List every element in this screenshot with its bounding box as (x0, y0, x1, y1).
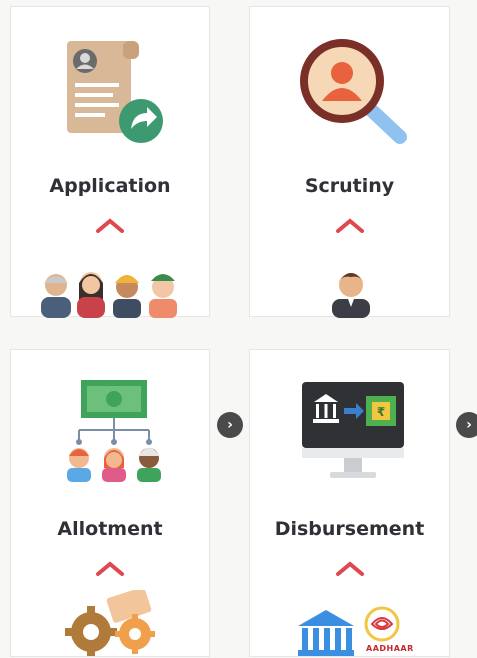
step-title-allotment: Allotment (57, 518, 163, 540)
chevron-up-icon[interactable] (335, 217, 365, 233)
chevron-up-icon[interactable] (335, 560, 365, 576)
gears-document-icon (65, 590, 155, 656)
bank-transfer-monitor-icon: ₹ (302, 382, 404, 478)
people-group-icon (41, 272, 177, 318)
magnifier-person-icon (300, 39, 407, 144)
step-title-scrutiny: Scrutiny (304, 175, 395, 197)
next-step-arrow-icon[interactable]: › (456, 412, 477, 438)
step-card-allotment[interactable]: Allotment (10, 349, 210, 657)
aadhaar-label: AADHAAR (366, 644, 414, 653)
document-share-icon (67, 41, 163, 143)
step-card-disbursement[interactable]: ₹ Disbursement AADHAAR (249, 349, 450, 657)
step-card-scrutiny[interactable]: Scrutiny (249, 6, 450, 318)
step-title-disbursement: Disbursement (274, 518, 425, 540)
chevron-up-icon[interactable] (95, 217, 125, 233)
step-title-application: Application (49, 175, 171, 197)
next-step-arrow-icon[interactable]: › (217, 412, 243, 438)
svg-text:₹: ₹ (377, 405, 385, 419)
money-allocation-icon (67, 380, 161, 482)
chevron-up-icon[interactable] (95, 560, 125, 576)
officer-avatar-icon (332, 273, 370, 318)
step-card-application[interactable]: Application (10, 6, 210, 318)
